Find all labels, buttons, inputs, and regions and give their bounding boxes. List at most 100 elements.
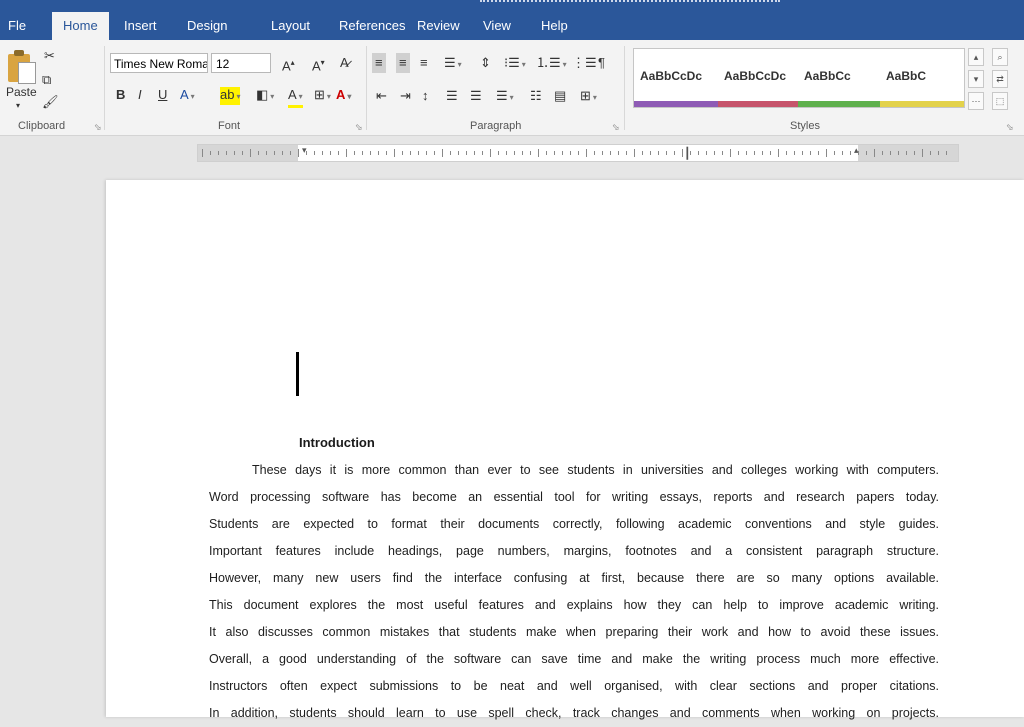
horizontal-ruler[interactable]: ▾ ┃ ▴ xyxy=(197,144,959,162)
group-divider xyxy=(366,46,367,130)
group-divider xyxy=(624,46,625,130)
chevron-down-icon[interactable]: ▾ xyxy=(968,70,984,88)
paragraph-line: Word processing software has become an e… xyxy=(209,490,939,504)
decrease-indent-icon[interactable]: ⇤ xyxy=(376,88,387,104)
ruler-tick xyxy=(818,151,819,155)
copy-icon[interactable]: ⧉ xyxy=(42,72,51,88)
ruler-tick xyxy=(842,151,843,155)
tab-insert[interactable]: Insert xyxy=(124,18,157,33)
tab-help[interactable]: Help xyxy=(541,18,568,33)
ruler-right-margin xyxy=(858,145,958,161)
shading-icon[interactable]: ▤ xyxy=(554,88,566,104)
chevron-up-icon[interactable]: ▴ xyxy=(968,48,984,66)
justify-icon[interactable]: ☰ xyxy=(444,55,462,73)
paragraph-group-label: Paragraph xyxy=(470,120,522,132)
paragraph-line: However, many new users find the interfa… xyxy=(209,571,939,585)
shrink-font-icon[interactable]: A▾ xyxy=(312,55,325,74)
grow-font-icon[interactable]: A▴ xyxy=(282,55,295,74)
tab-home[interactable]: Home xyxy=(52,12,109,40)
paragraph-line: It also discusses common mistakes that s… xyxy=(209,625,939,639)
tab-design[interactable]: Design xyxy=(187,18,227,33)
style-no-spacing[interactable]: AaBbCcDc xyxy=(718,49,798,107)
ruler-tick xyxy=(450,151,451,155)
paragraph-line: Important features include headings, pag… xyxy=(209,544,939,558)
justify-icon[interactable]: ☰ xyxy=(496,88,514,106)
tab-references[interactable]: References xyxy=(339,18,405,33)
style-heading-2[interactable]: AaBbC xyxy=(880,49,964,107)
text-highlight-color-icon[interactable]: A xyxy=(288,87,303,108)
numbering-icon[interactable]: ⒈☰ xyxy=(536,55,567,73)
ruler-tick xyxy=(306,151,307,155)
sort-icon[interactable]: ↕ xyxy=(422,88,429,104)
replace-icon[interactable]: ⇄ xyxy=(992,70,1008,88)
dialog-launcher-icon[interactable]: ⬂ xyxy=(94,122,102,133)
ruler-tick xyxy=(386,151,387,155)
ruler-tick xyxy=(850,151,851,155)
style-heading-1[interactable]: AaBbCc xyxy=(798,49,880,107)
ruler-tick xyxy=(530,151,531,155)
ruler-tick xyxy=(730,149,731,157)
title-bar-edge xyxy=(480,0,780,5)
show-formatting-icon[interactable]: ¶ xyxy=(598,55,605,71)
cut-icon[interactable]: ✂ xyxy=(44,48,55,64)
borders-icon[interactable]: ⊞ xyxy=(314,87,331,105)
highlight-icon[interactable]: ab xyxy=(220,87,241,105)
dialog-launcher-icon[interactable]: ⬂ xyxy=(355,122,363,133)
ruler-tick xyxy=(298,149,299,157)
font-color-icon[interactable]: A xyxy=(336,87,351,105)
chevron-down-icon[interactable]: ▾ xyxy=(16,98,20,114)
format-painter-icon[interactable]: 🖌 xyxy=(42,94,59,110)
ruler-tick xyxy=(626,151,627,155)
borders-icon[interactable]: ⊞ xyxy=(580,88,597,106)
align-center-icon[interactable]: ≡ xyxy=(396,53,410,73)
ruler-tick xyxy=(378,151,379,155)
ruler-tick xyxy=(674,151,675,155)
ruler-tick xyxy=(682,149,683,157)
increase-indent-icon[interactable]: ⇥ xyxy=(400,88,411,104)
ruler-tick xyxy=(506,151,507,155)
ruler-tick xyxy=(714,151,715,155)
shading-icon[interactable]: ◧ xyxy=(256,87,274,105)
tab-layout[interactable]: Layout xyxy=(271,18,310,33)
align-left-icon[interactable]: ☰ xyxy=(446,88,458,104)
more-styles-icon[interactable]: ⋯ xyxy=(968,92,984,110)
dialog-launcher-icon[interactable]: ⬂ xyxy=(612,122,620,133)
ruler-tick xyxy=(522,151,523,155)
ruler-tick xyxy=(490,149,491,157)
ruler-tick xyxy=(426,151,427,155)
bold-icon[interactable]: B xyxy=(116,87,125,103)
text-effects-icon[interactable]: A xyxy=(180,87,195,105)
ruler-tick xyxy=(802,151,803,155)
document-page[interactable]: Introduction These days it is more commo… xyxy=(106,180,1024,720)
align-left-icon[interactable]: ≡ xyxy=(372,53,386,73)
ruler-tick xyxy=(330,151,331,155)
tab-review[interactable]: Review xyxy=(417,18,460,33)
find-icon[interactable]: ⌕ xyxy=(992,48,1008,66)
underline-icon[interactable]: U xyxy=(158,87,167,103)
paragraph-line: This document explores the most useful f… xyxy=(209,598,939,612)
align-center-icon[interactable]: ☰ xyxy=(470,88,482,104)
bullets-icon[interactable]: ⁝☰ xyxy=(504,55,526,73)
italic-icon[interactable]: I xyxy=(138,87,142,103)
ruler-tick xyxy=(642,151,643,155)
document-heading: Introduction xyxy=(299,435,375,450)
ruler-tick xyxy=(786,151,787,155)
select-icon[interactable]: ⬚ xyxy=(992,92,1008,110)
styles-gallery: AaBbCcDc AaBbCcDc AaBbCc AaBbC xyxy=(633,48,965,108)
multilevel-list-icon[interactable]: ⋮☰ xyxy=(572,55,597,71)
line-spacing-icon[interactable]: ☷ xyxy=(530,88,542,104)
tab-file[interactable]: Fle xyxy=(8,18,26,33)
ruler-tick xyxy=(826,149,827,157)
font-name-select[interactable]: Times New Roman xyxy=(110,53,208,73)
line-spacing-icon[interactable]: ⇕ xyxy=(480,55,491,71)
style-normal[interactable]: AaBbCcDc xyxy=(634,49,718,107)
dialog-launcher-icon[interactable]: ⬂ xyxy=(1006,122,1014,133)
clear-formatting-icon[interactable]: A̷ xyxy=(340,55,349,71)
ruler-tick xyxy=(754,151,755,155)
ribbon: Paste ▾ ✂ ⧉ 🖌 Clipboard ⬂ Times New Roma… xyxy=(0,40,1024,136)
ruler-tick xyxy=(770,151,771,155)
tab-view[interactable]: View xyxy=(483,18,511,33)
align-right-icon[interactable]: ≡ xyxy=(420,55,428,71)
font-size-select[interactable]: 12 xyxy=(211,53,271,73)
ruler-tick xyxy=(634,149,635,157)
